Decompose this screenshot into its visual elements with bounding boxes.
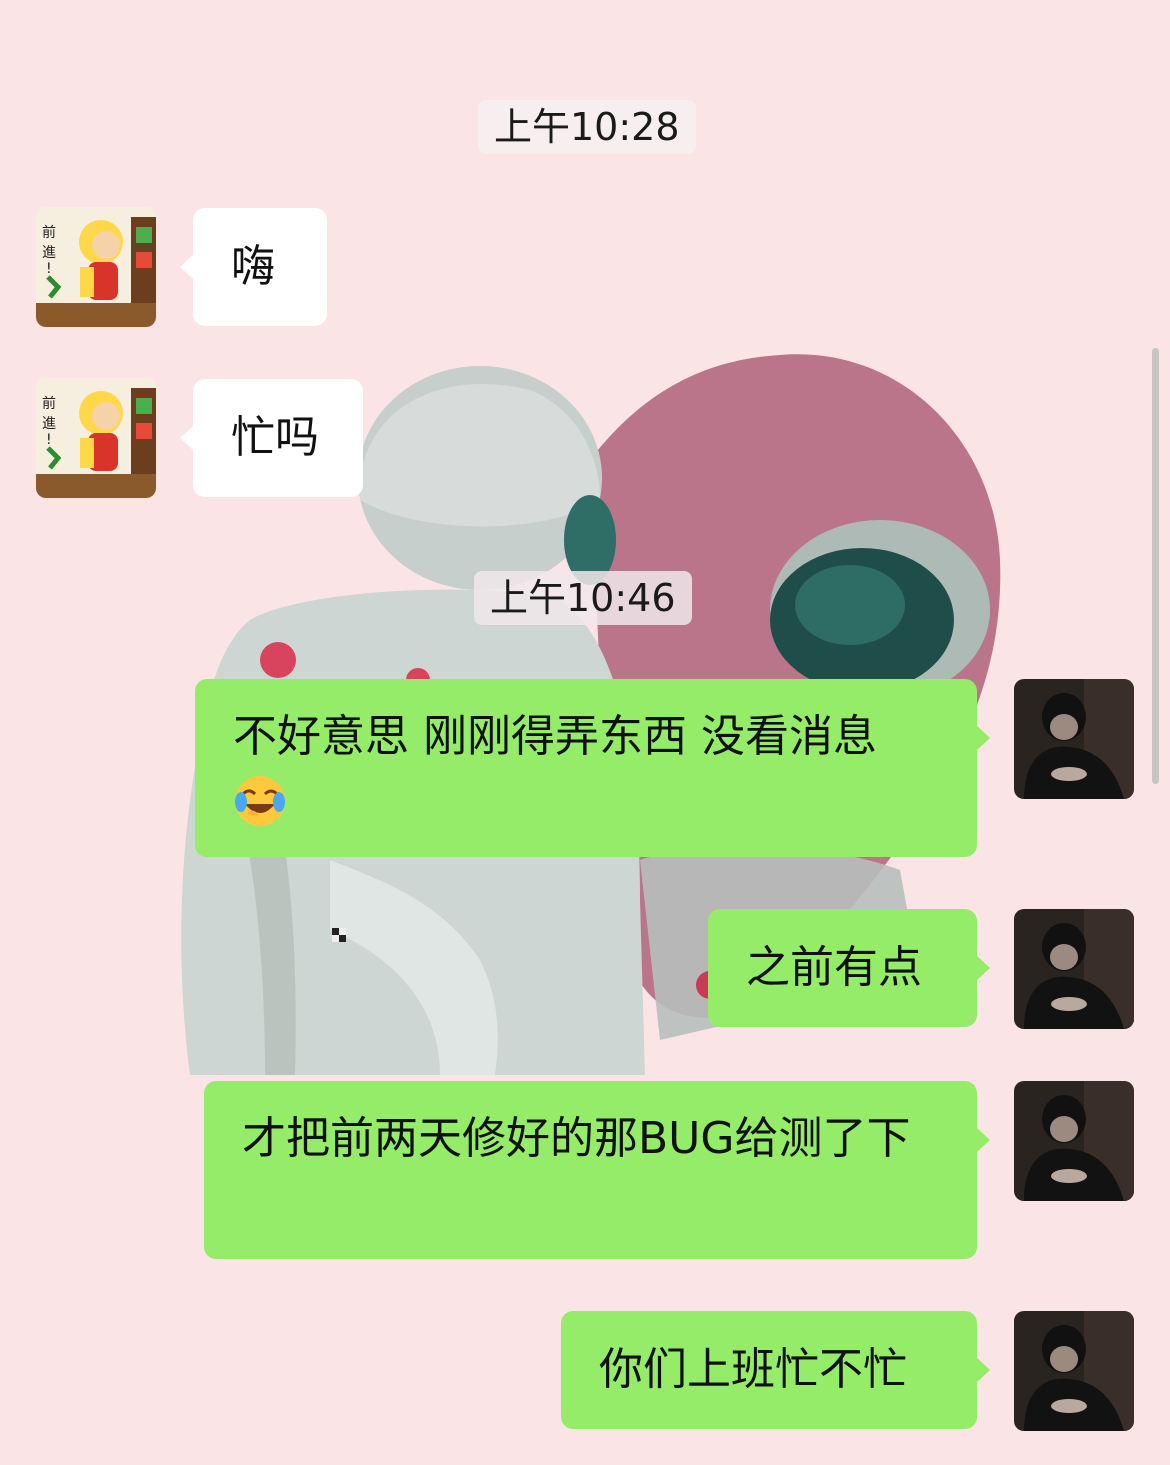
svg-text:!: !: [46, 261, 52, 277]
self-avatar[interactable]: [1014, 1081, 1134, 1201]
timestamp: 上午10:28: [478, 100, 696, 154]
svg-text:進: 進: [42, 245, 56, 261]
user-photo-avatar-icon: [1014, 909, 1134, 1029]
bubble-tail: [180, 254, 194, 280]
message-text: 之前有点: [746, 942, 922, 993]
contact-avatar[interactable]: 前 進 !: [36, 207, 156, 327]
message-text: 忙吗: [231, 412, 319, 463]
bubble-tail: [976, 955, 990, 981]
user-photo-avatar-icon: [1014, 1081, 1134, 1201]
self-avatar[interactable]: [1014, 909, 1134, 1029]
contact-avatar[interactable]: 前 進 !: [36, 378, 156, 498]
user-photo-avatar-icon: [1014, 679, 1134, 799]
svg-text:進: 進: [42, 416, 56, 432]
message-bubble-incoming[interactable]: 忙吗: [180, 379, 363, 497]
message-text: 才把前两天修好的那BUG给测了下: [242, 1113, 911, 1164]
crying-laughing-emoji-icon: [235, 776, 285, 826]
user-photo-avatar-icon: [1014, 1311, 1134, 1431]
sticker-avatar-icon: 前 進 !: [36, 378, 156, 498]
message-text: 你们上班忙不忙: [599, 1344, 907, 1395]
self-avatar[interactable]: [1014, 679, 1134, 799]
svg-text:前: 前: [42, 224, 56, 241]
scrollbar[interactable]: [1152, 348, 1159, 784]
bubble-tail: [976, 1357, 990, 1383]
message-bubble-outgoing[interactable]: 之前有点: [708, 909, 990, 1027]
message-bubble-incoming[interactable]: 嗨: [180, 208, 327, 326]
self-avatar[interactable]: [1014, 1311, 1134, 1431]
bubble-tail: [180, 425, 194, 451]
timestamp: 上午10:46: [474, 571, 692, 625]
bubble-tail: [976, 1127, 990, 1153]
sticker-avatar-icon: 前 進 !: [36, 207, 156, 327]
message-bubble-outgoing[interactable]: 才把前两天修好的那BUG给测了下: [204, 1081, 990, 1259]
message-bubble-outgoing[interactable]: 你们上班忙不忙: [561, 1311, 990, 1429]
message-text: 嗨: [231, 241, 275, 292]
message-text: 不好意思 刚刚得弄东西 没看消息: [233, 711, 877, 762]
bubble-tail: [976, 725, 990, 751]
svg-text:前: 前: [42, 395, 56, 412]
svg-text:!: !: [46, 432, 52, 448]
message-bubble-outgoing[interactable]: 不好意思 刚刚得弄东西 没看消息: [195, 679, 990, 857]
